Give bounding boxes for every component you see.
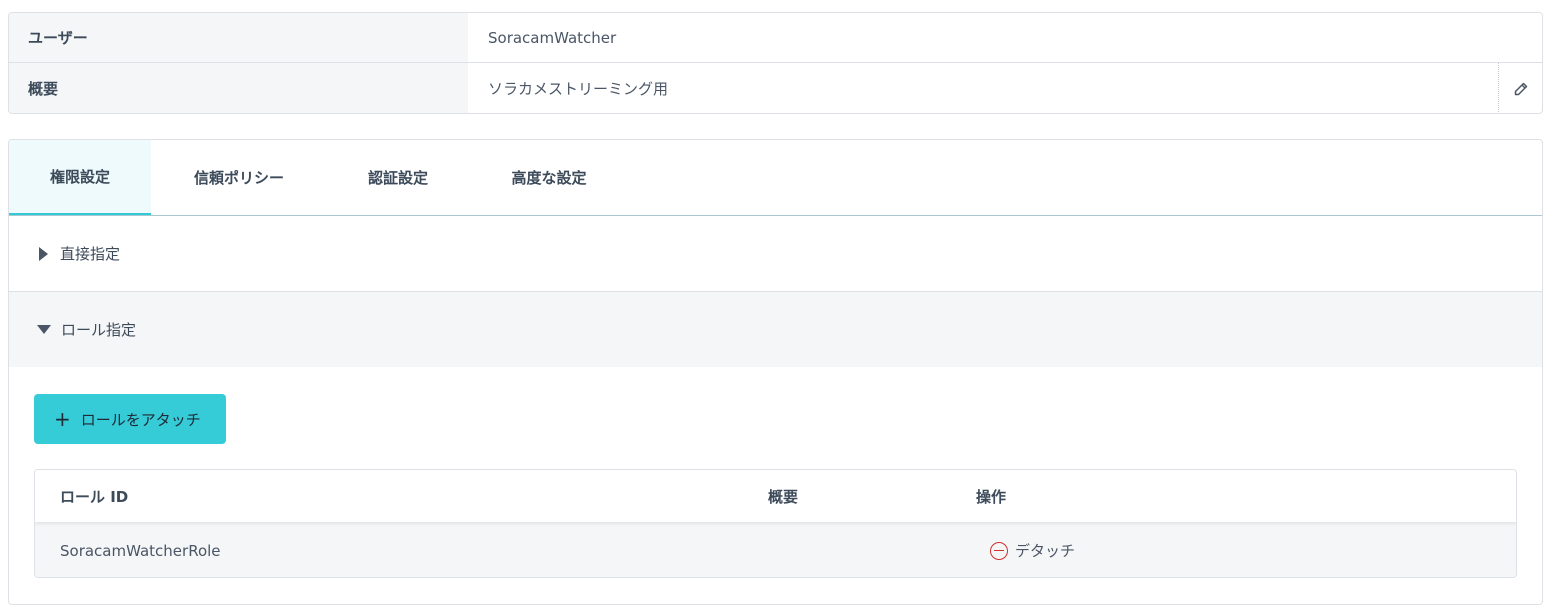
detach-label: デタッチ <box>1015 542 1076 560</box>
detach-role-button[interactable]: デタッチ <box>990 522 1076 577</box>
tab-trust-policy[interactable]: 信頼ポリシー <box>151 140 327 215</box>
attach-role-label: ロールをアタッチ <box>80 410 201 429</box>
accordion-direct-permissions[interactable]: 直接指定 <box>9 216 1542 292</box>
accordion-role-label: ロール指定 <box>61 321 137 339</box>
table-header: ロール ID 概要 操作 <box>35 470 1516 522</box>
table-row: SoracamWatcherRole デタッチ <box>35 522 1516 577</box>
user-row: ユーザー SoracamWatcher <box>9 13 1542 63</box>
pencil-icon <box>1514 82 1527 95</box>
description-row: 概要 ソラカメストリーミング用 <box>9 63 1542 113</box>
tab-permissions[interactable]: 権限設定 <box>9 140 151 215</box>
user-label: ユーザー <box>9 13 468 62</box>
column-header-description: 概要 <box>768 487 799 506</box>
accordion-direct-label: 直接指定 <box>60 245 121 263</box>
user-value: SoracamWatcher <box>488 28 617 47</box>
description-value: ソラカメストリーミング用 <box>488 80 669 98</box>
column-header-actions: 操作 <box>976 487 1007 506</box>
tab-advanced-settings[interactable]: 高度な設定 <box>469 140 629 215</box>
role-id-cell: SoracamWatcherRole <box>60 541 221 560</box>
edit-description-button[interactable] <box>1498 63 1542 113</box>
tab-bar: 権限設定 信頼ポリシー 認証設定 高度な設定 <box>9 140 1542 216</box>
description-label: 概要 <box>9 63 468 113</box>
role-table: ロール ID 概要 操作 SoracamWatcherRole デタッチ <box>34 469 1517 578</box>
attach-role-button[interactable]: + ロールをアタッチ <box>34 394 226 444</box>
permission-panel: 権限設定 信頼ポリシー 認証設定 高度な設定 直接指定 ロール指定 + ロールを… <box>8 139 1543 605</box>
user-info-card: ユーザー SoracamWatcher 概要 ソラカメストリーミング用 <box>8 12 1543 114</box>
accordion-role-permissions[interactable]: ロール指定 <box>9 292 1542 367</box>
caret-right-icon <box>39 246 48 261</box>
column-header-role-id: ロール ID <box>60 487 129 506</box>
caret-down-icon <box>37 325 51 334</box>
plus-icon: + <box>54 407 71 431</box>
tab-auth-settings[interactable]: 認証設定 <box>327 140 469 215</box>
minus-circle-icon <box>990 541 1008 560</box>
